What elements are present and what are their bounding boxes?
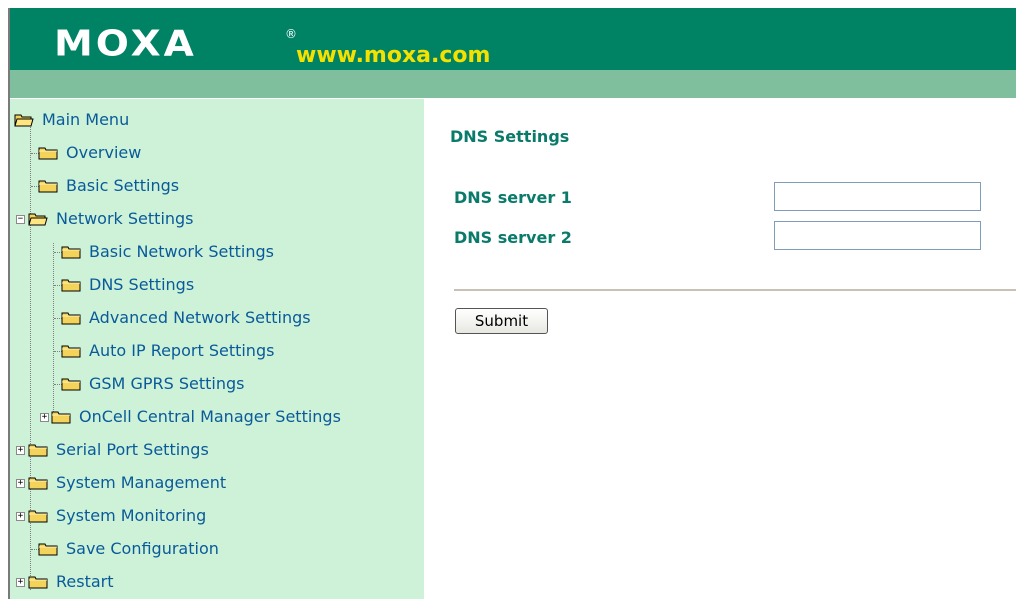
- folder-icon: [51, 410, 71, 424]
- form-divider: [454, 289, 1016, 291]
- folder-icon: [28, 476, 48, 490]
- sidebar-item-label: Network Settings: [56, 209, 194, 228]
- header-banner: MOXA ® www.moxa.com: [0, 0, 1016, 99]
- sidebar-item-label: OnCell Central Manager Settings: [79, 407, 341, 426]
- sidebar-item-oncell-central-manager-settings[interactable]: OnCell Central Manager Settings: [51, 400, 341, 433]
- sidebar-item-auto-ip-report-settings[interactable]: Auto IP Report Settings: [61, 334, 274, 367]
- sidebar-item-basic-settings[interactable]: Basic Settings: [38, 169, 179, 202]
- page-title: DNS Settings: [450, 127, 570, 146]
- expand-toggle[interactable]: +: [40, 413, 49, 422]
- website-url: www.moxa.com: [296, 43, 491, 68]
- folder-icon: [61, 278, 81, 292]
- sidebar-item-system-management[interactable]: System Management: [28, 466, 226, 499]
- open-folder-icon: [14, 113, 34, 127]
- registered-mark: ®: [285, 27, 297, 41]
- sidebar-item-label: Advanced Network Settings: [89, 308, 311, 327]
- dns-server-2-input[interactable]: [774, 221, 981, 250]
- folder-icon: [61, 344, 81, 358]
- sidebar-item-overview[interactable]: Overview: [38, 136, 141, 169]
- sidebar-item-label: Basic Network Settings: [89, 242, 274, 261]
- folder-icon: [61, 245, 81, 259]
- sidebar-item-label: DNS Settings: [89, 275, 195, 294]
- folder-icon: [28, 509, 48, 523]
- sidebar-item-serial-port-settings[interactable]: Serial Port Settings: [28, 433, 209, 466]
- sidebar-item-label: Save Configuration: [66, 539, 219, 558]
- folder-icon: [61, 377, 81, 391]
- sidebar-item-basic-network-settings[interactable]: Basic Network Settings: [61, 235, 274, 268]
- submit-button[interactable]: Submit: [455, 308, 548, 334]
- sidebar-item-label: Restart: [56, 572, 114, 591]
- collapse-toggle[interactable]: −: [16, 215, 25, 224]
- moxa-logo: MOXA: [54, 23, 197, 65]
- expand-toggle[interactable]: +: [16, 446, 25, 455]
- sidebar-item-label: GSM GPRS Settings: [89, 374, 245, 393]
- header-light-band: [8, 70, 1016, 98]
- expand-toggle[interactable]: +: [16, 479, 25, 488]
- sidebar-item-advanced-network-settings[interactable]: Advanced Network Settings: [61, 301, 311, 334]
- folder-icon: [28, 443, 48, 457]
- open-folder-icon: [28, 212, 48, 226]
- sidebar-item-label: Serial Port Settings: [56, 440, 209, 459]
- sidebar-item-system-monitoring[interactable]: System Monitoring: [28, 499, 206, 532]
- folder-icon: [61, 311, 81, 325]
- sidebar-item-label: Basic Settings: [66, 176, 180, 195]
- sidebar-item-label: Overview: [66, 143, 142, 162]
- sidebar-item-restart[interactable]: Restart: [28, 565, 114, 598]
- folder-icon: [28, 575, 48, 589]
- expand-toggle[interactable]: +: [16, 578, 25, 587]
- sidebar-item-dns-settings[interactable]: DNS Settings: [61, 268, 194, 301]
- sidebar-item-label: Auto IP Report Settings: [89, 341, 275, 360]
- main-content: DNS Settings DNS server 1 DNS server 2 S…: [424, 99, 1016, 599]
- sidebar-menu-tree: Main Menu Overview Basic Settings − Netw…: [10, 99, 424, 599]
- sidebar-item-network-settings[interactable]: Network Settings: [28, 202, 194, 235]
- sidebar-item-label: Main Menu: [42, 110, 130, 129]
- sidebar-item-main-menu[interactable]: Main Menu: [14, 103, 129, 136]
- dns-server-2-label: DNS server 2: [454, 228, 572, 247]
- folder-icon: [38, 179, 58, 193]
- dns-server-1-input[interactable]: [774, 182, 981, 211]
- folder-icon: [38, 146, 58, 160]
- sidebar-item-label: System Monitoring: [56, 506, 207, 525]
- sidebar-item-gsm-gprs-settings[interactable]: GSM GPRS Settings: [61, 367, 244, 400]
- sidebar-item-save-configuration[interactable]: Save Configuration: [38, 532, 219, 565]
- sidebar-item-label: System Management: [56, 473, 227, 492]
- folder-icon: [38, 542, 58, 556]
- expand-toggle[interactable]: +: [16, 512, 25, 521]
- dns-server-1-label: DNS server 1: [454, 188, 572, 207]
